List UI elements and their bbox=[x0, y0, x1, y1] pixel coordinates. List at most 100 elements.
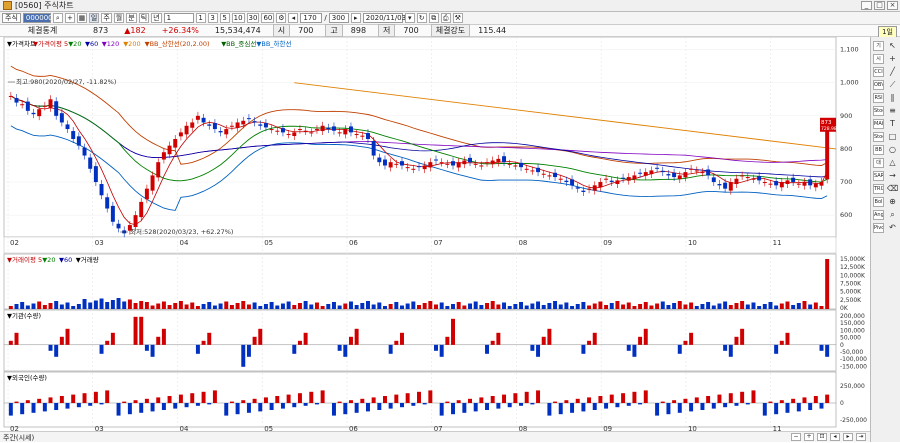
ellipse-icon[interactable]: ○ bbox=[887, 145, 898, 155]
text-icon[interactable]: T bbox=[887, 119, 898, 129]
count-input[interactable]: 170 bbox=[300, 13, 323, 23]
line-icon[interactable]: ╱ bbox=[887, 67, 898, 77]
zoom-in-icon[interactable]: + bbox=[804, 433, 814, 441]
fit-icon[interactable]: ⊡ bbox=[817, 433, 827, 441]
period-tick[interactable]: 틱 bbox=[138, 13, 150, 23]
stock-chart[interactable]: 0202030304040505060607070808090910101111… bbox=[0, 36, 870, 433]
foreign-bar bbox=[122, 401, 127, 403]
volume-bar bbox=[462, 305, 467, 309]
search-icon[interactable]: ⌕ bbox=[52, 13, 63, 23]
print-icon[interactable]: ⎙ bbox=[440, 13, 451, 23]
institution-bar bbox=[354, 328, 359, 345]
cursor-icon[interactable]: ↖ bbox=[887, 41, 898, 51]
interval-3[interactable]: 3 bbox=[207, 13, 218, 23]
grid-icon[interactable]: ▦ bbox=[76, 13, 87, 23]
rect-icon[interactable]: □ bbox=[887, 132, 898, 142]
calendar-icon[interactable]: ▾ bbox=[404, 13, 415, 23]
minute-select[interactable]: 1 bbox=[163, 13, 194, 23]
foreign-bar bbox=[246, 403, 251, 413]
total-input[interactable]: 300 bbox=[328, 13, 349, 23]
fib-icon[interactable]: ≡ bbox=[887, 106, 898, 116]
institution-bar bbox=[819, 344, 824, 351]
interval-10[interactable]: 10 bbox=[231, 13, 245, 23]
candle-body bbox=[93, 166, 98, 183]
interval-30[interactable]: 30 bbox=[246, 13, 260, 23]
channel-icon[interactable]: ∥ bbox=[887, 93, 898, 103]
indicator-7[interactable]: Stoch bbox=[873, 132, 884, 142]
zoom-out-icon[interactable]: − bbox=[791, 433, 801, 441]
period-year[interactable]: 년 bbox=[151, 13, 162, 23]
indicator-14[interactable]: Pivot bbox=[873, 223, 884, 233]
left-icon[interactable]: ◂ bbox=[830, 433, 840, 441]
foreign-bar bbox=[150, 403, 155, 412]
volume-bar bbox=[813, 302, 818, 309]
plus-icon[interactable]: + bbox=[64, 13, 75, 23]
institution-bar bbox=[496, 332, 501, 345]
indicator-0[interactable]: 기준 bbox=[873, 41, 884, 51]
indicator-1[interactable]: 시간 bbox=[873, 54, 884, 64]
foreign-bar bbox=[666, 403, 671, 415]
arrow-left-icon[interactable]: ◂ bbox=[288, 13, 299, 23]
current-price: 873 bbox=[93, 26, 109, 35]
foreign-bar bbox=[762, 403, 767, 416]
arrow-right-icon[interactable]: ▸ bbox=[350, 13, 361, 23]
indicator-10[interactable]: SAR bbox=[873, 171, 884, 181]
eraser-icon[interactable]: ⌫ bbox=[887, 184, 898, 194]
magnet-icon[interactable]: ⊕ bbox=[887, 197, 898, 207]
maximize-button[interactable]: □ bbox=[874, 1, 885, 10]
period-minute[interactable]: 분 bbox=[126, 13, 137, 23]
indicator-8[interactable]: BB bbox=[873, 145, 884, 155]
interval-1[interactable]: 1 bbox=[195, 13, 206, 23]
indicator-5[interactable]: Stoch bbox=[873, 106, 884, 116]
foreign-bar bbox=[428, 390, 433, 403]
trend-icon[interactable]: ⟋ bbox=[887, 80, 898, 90]
candle-body bbox=[666, 174, 671, 176]
candle-body bbox=[258, 124, 263, 126]
gear-icon[interactable]: ⚒ bbox=[452, 13, 463, 23]
price-tick-3: 800 bbox=[840, 145, 852, 153]
indicator-13[interactable]: Ang bbox=[873, 210, 884, 220]
end-icon[interactable]: ⇥ bbox=[856, 433, 866, 441]
volume-bar bbox=[417, 305, 421, 309]
indicator-4[interactable]: RSI bbox=[873, 93, 884, 103]
indicator-9[interactable]: 대비 bbox=[873, 158, 884, 168]
volume-bar bbox=[530, 303, 535, 309]
settings-icon[interactable]: ⚙ bbox=[276, 13, 287, 23]
indicator-3[interactable]: OBV bbox=[873, 80, 884, 90]
candle-body bbox=[598, 182, 603, 188]
period-day[interactable]: 일 bbox=[88, 13, 100, 23]
candle-body bbox=[643, 172, 648, 176]
arrow-icon[interactable]: → bbox=[887, 171, 898, 181]
date-input[interactable]: 2020/11/03 bbox=[362, 13, 406, 23]
close-button[interactable]: × bbox=[887, 1, 898, 10]
market-select[interactable]: 주식 bbox=[2, 13, 21, 23]
foreign-bar bbox=[524, 391, 529, 403]
volume-bar bbox=[694, 306, 699, 309]
foreign-bar bbox=[195, 403, 200, 406]
candle-body bbox=[485, 162, 490, 164]
refresh-icon[interactable]: ↻ bbox=[416, 13, 427, 23]
copy-icon[interactable]: ⧉ bbox=[428, 13, 439, 23]
stock-name[interactable]: 체결통계 bbox=[0, 25, 85, 36]
right-icon[interactable]: ▸ bbox=[843, 433, 853, 441]
period-week[interactable]: 주 bbox=[101, 13, 112, 23]
interval-5[interactable]: 5 bbox=[219, 13, 230, 23]
interval-60[interactable]: 60 bbox=[261, 13, 275, 23]
indicator-11[interactable]: TRIX bbox=[873, 184, 884, 194]
period-month[interactable]: 월 bbox=[113, 13, 125, 23]
volume-bar bbox=[20, 302, 25, 309]
minimize-button[interactable]: _ bbox=[861, 1, 872, 10]
volume-tick-5: 2,500K bbox=[840, 297, 862, 304]
undo-icon[interactable]: ↶ bbox=[887, 223, 898, 233]
zoom-icon[interactable]: ⌕ bbox=[887, 210, 898, 220]
indicator-12[interactable]: Bol bbox=[873, 197, 884, 207]
volume-bar bbox=[621, 304, 626, 309]
foreign-bar bbox=[745, 403, 750, 405]
code-input[interactable]: 000000 bbox=[22, 13, 53, 23]
triangle-icon[interactable]: △ bbox=[887, 158, 898, 168]
indicator-2[interactable]: CCI bbox=[873, 67, 884, 77]
volume-bar bbox=[190, 302, 195, 309]
indicator-6[interactable]: MACD bbox=[873, 119, 884, 129]
crosshair-icon[interactable]: + bbox=[887, 54, 898, 64]
chart-area[interactable]: 02 02 03 03 04 04 05 05 06 06 07 07 08 08 09 09 10 10 11 11… bbox=[0, 36, 870, 442]
